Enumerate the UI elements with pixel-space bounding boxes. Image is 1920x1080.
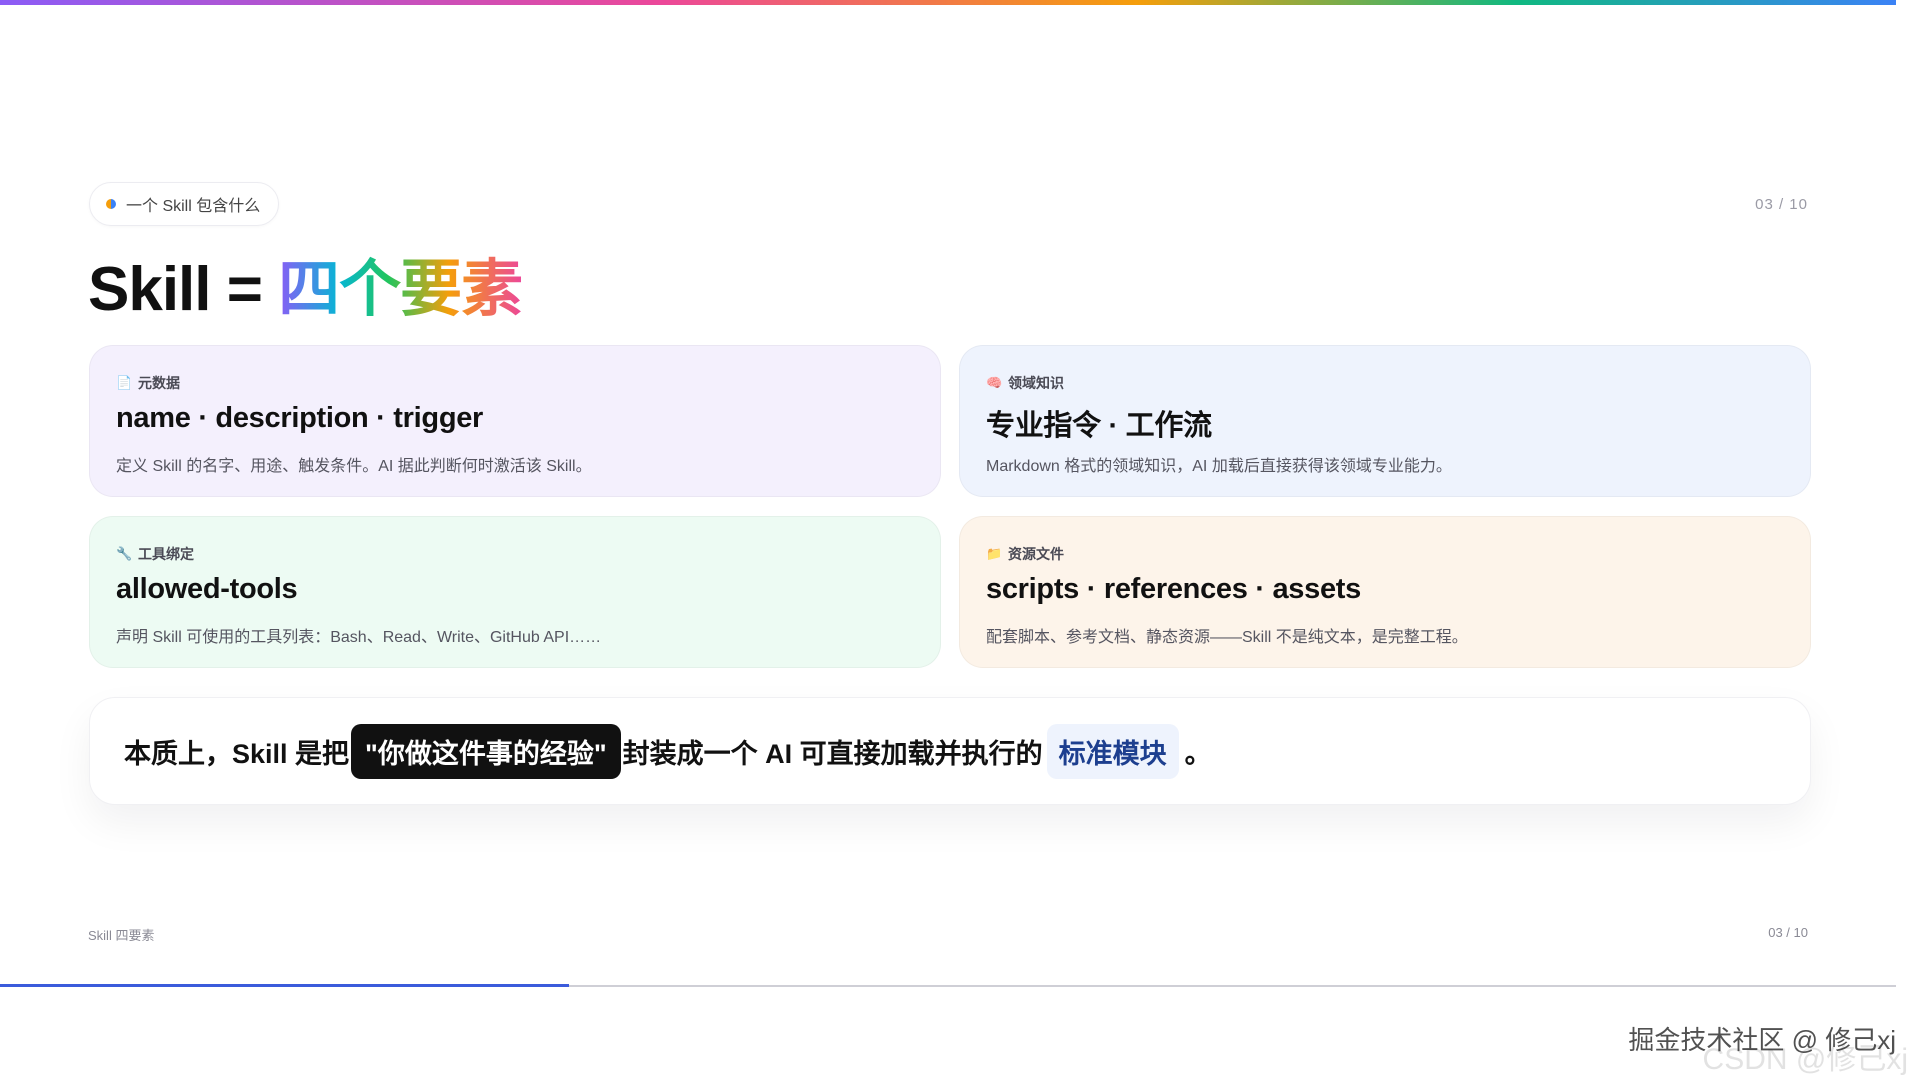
card-tag: 📄 元数据 [116, 373, 180, 393]
card-tag: 📁 资源文件 [986, 544, 1064, 564]
card-domain-knowledge: 🧠 领域知识 专业指令 · 工作流 Markdown 格式的领域知识，AI 加载… [959, 345, 1811, 497]
card-description: Markdown 格式的领域知识，AI 加载后直接获得该领域专业能力。 [986, 458, 1452, 475]
watermark-juejin: 掘金技术社区 @ 修己xj [1628, 1025, 1896, 1055]
card-metadata: 📄 元数据 name · description · trigger 定义 Sk… [89, 345, 941, 497]
card-tag-label: 领域知识 [1008, 375, 1064, 391]
footer-title: Skill 四要素 [88, 928, 155, 943]
chip-dot-icon [106, 199, 116, 209]
title-highlight: 四个要素 [278, 255, 523, 324]
page-counter-top: 03 / 10 [1755, 196, 1808, 213]
card-title: allowed-tools [116, 573, 298, 605]
card-tag: 🔧 工具绑定 [116, 544, 194, 564]
page-title: Skill = 四个要素 [88, 252, 523, 328]
summary-text-2: 封装成一个 AI 可直接加载并执行的 [622, 738, 1043, 769]
card-description: 定义 Skill 的名字、用途、触发条件。AI 据此判断何时激活该 Skill。 [116, 458, 592, 475]
title-prefix: Skill = [88, 255, 279, 324]
slide-progress-fill [0, 984, 569, 987]
card-title: 专业指令 · 工作流 [986, 410, 1212, 442]
card-tag: 🧠 领域知识 [986, 373, 1064, 393]
folder-icon: 📁 [986, 546, 1003, 561]
card-title: scripts · references · assets [986, 573, 1361, 605]
summary-box: 本质上，Skill 是把 "你做这件事的经验" 封装成一个 AI 可直接加载并执… [89, 697, 1811, 805]
summary-text-1: 本质上，Skill 是把 [124, 738, 350, 769]
brain-icon: 🧠 [986, 375, 1003, 390]
card-tag-label: 元数据 [138, 375, 180, 391]
section-chip: 一个 Skill 包含什么 [89, 182, 280, 226]
memo-icon: 📄 [116, 375, 133, 390]
slide-progress-bar[interactable] [0, 984, 1896, 987]
card-description: 声明 Skill 可使用的工具列表：Bash、Read、Write、GitHub… [116, 629, 602, 646]
card-tag-label: 资源文件 [1008, 546, 1064, 562]
top-gradient-bar [0, 0, 1896, 5]
card-description: 配套脚本、参考文档、静态资源——Skill 不是纯文本，是完整工程。 [986, 629, 1468, 646]
card-title: name · description · trigger [116, 402, 484, 434]
card-tool-binding: 🔧 工具绑定 allowed-tools 声明 Skill 可使用的工具列表：B… [89, 516, 941, 668]
footer-page-number: 03 / 10 [1768, 925, 1808, 940]
summary-highlight-blue: 标准模块 [1046, 723, 1179, 779]
summary-text-3: 。 [1184, 738, 1212, 769]
wrench-icon: 🔧 [116, 546, 133, 561]
chip-label: 一个 Skill 包含什么 [126, 198, 261, 215]
card-resource-files: 📁 资源文件 scripts · references · assets 配套脚… [959, 516, 1811, 668]
card-tag-label: 工具绑定 [138, 546, 194, 562]
slide: 一个 Skill 包含什么 03 / 10 Skill = 四个要素 📄 元数据… [0, 0, 1920, 1080]
summary-highlight-dark: "你做这件事的经验" [351, 723, 621, 779]
